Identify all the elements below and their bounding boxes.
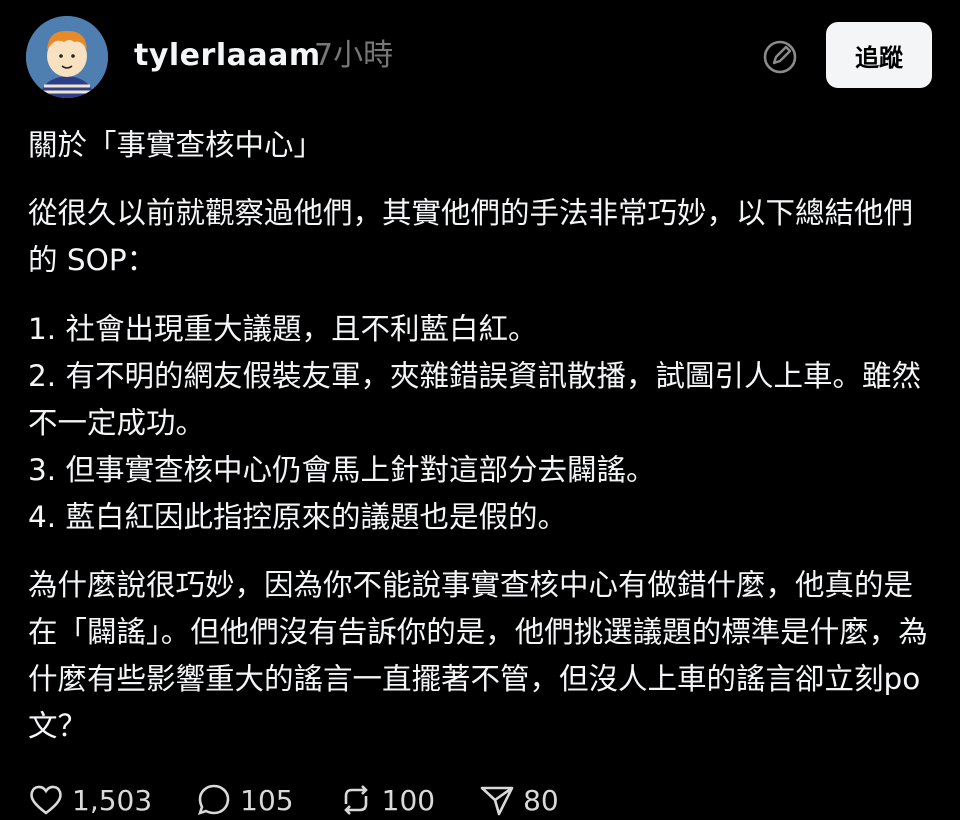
repost-icon [343, 785, 368, 815]
post-paragraph: 從很久以前就觀察過他們，其實他們的手法非常巧妙，以下總結他們的 SOP： [28, 196, 914, 277]
post-list: 1. 社會出現重大議題，且不利藍白紅。 2. 有不明的網友假裝友軍，夾雜錯誤資訊… [28, 306, 936, 541]
action-bar: 1,503 105 100 80 [26, 780, 601, 820]
reply-count: 105 [240, 783, 294, 817]
compose-icon[interactable] [762, 39, 798, 75]
avatar[interactable] [26, 16, 108, 98]
share-count: 80 [523, 783, 559, 817]
list-item: 2. 有不明的網友假裝友軍，夾雜錯誤資訊散播，試圖引人上車。雖然不一定成功。 [28, 359, 922, 440]
list-item: 3. 但事實查核中心仍會馬上針對這部分去闢謠。 [28, 453, 656, 487]
like-button[interactable]: 1,503 [26, 780, 152, 820]
list-item: 1. 社會出現重大議題，且不利藍白紅。 [28, 312, 538, 346]
avatar-illustration [26, 16, 108, 98]
follow-button[interactable]: 追蹤 [826, 22, 932, 88]
post-header: tylerlaaam 7小時 追蹤 [0, 0, 960, 112]
like-count: 1,503 [72, 783, 153, 817]
post-body: 關於「事實查核中心」 從很久以前就觀察過他們，其實他們的手法非常巧妙，以下總結他… [28, 122, 936, 750]
share-button[interactable]: 80 [477, 780, 559, 820]
post-paragraph: 為什麼說很巧妙，因為你不能說事實查核中心有做錯什麼，他真的是在「闢謠」。但他們沒… [28, 568, 928, 743]
repost-button[interactable]: 100 [336, 780, 435, 820]
repost-count: 100 [381, 783, 436, 817]
post-paragraph: 關於「事實查核中心」 [28, 128, 324, 162]
post-timestamp: 7小時 [314, 38, 394, 73]
list-item: 4. 藍白紅因此指控原來的議題也是假的。 [28, 500, 568, 534]
send-icon [480, 786, 514, 816]
heart-icon [30, 785, 62, 815]
comment-icon [198, 784, 230, 816]
author-username[interactable]: tylerlaaam [134, 36, 321, 76]
reply-button[interactable]: 105 [194, 780, 294, 820]
